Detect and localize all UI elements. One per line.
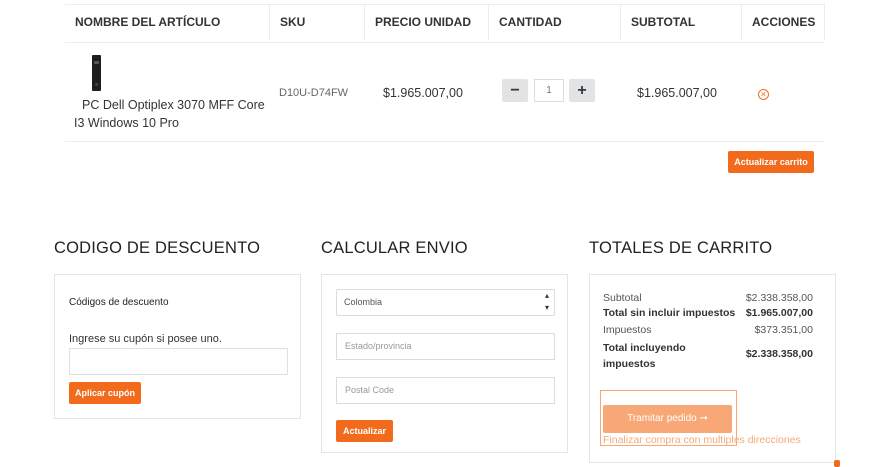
totals-row-incl-tax: Total incluyendo impuestos $2.338.358,00 xyxy=(603,340,813,372)
product-image[interactable] xyxy=(92,55,101,91)
cart-table-header: NOMBRE DEL ARTÍCULO SKU PRECIO UNIDAD CA… xyxy=(65,4,825,43)
scroll-to-top-button[interactable] xyxy=(834,460,840,467)
totals-value: $1.965.007,00 xyxy=(745,307,813,319)
coupon-panel: Códigos de descuento Ingrese su cupón si… xyxy=(54,274,301,419)
coupon-label: Códigos de descuento xyxy=(69,297,169,308)
cart-table: NOMBRE DEL ARTÍCULO SKU PRECIO UNIDAD CA… xyxy=(65,4,825,142)
item-subtotal: $1.965.007,00 xyxy=(637,86,717,100)
totals-row-tax: Impuestos $373.351,00 xyxy=(603,324,813,336)
totals-value: $373.351,00 xyxy=(754,324,813,336)
column-header-subtotal: SUBTOTAL xyxy=(620,5,741,40)
country-select[interactable]: Colombia ▴ ▾ xyxy=(336,289,555,316)
shipping-section-title: CALCULAR ENVIO xyxy=(321,239,468,257)
state-province-input[interactable]: Estado/provincia xyxy=(336,333,555,360)
checkout-button[interactable]: Tramitar pedido ➞ xyxy=(603,405,732,433)
postal-code-input[interactable]: Postal Code xyxy=(336,377,555,404)
apply-coupon-button[interactable]: Aplicar cupón xyxy=(69,382,141,404)
multi-address-checkout-link[interactable]: Finalizar compra con multiples direccion… xyxy=(603,434,801,446)
totals-section-title: TOTALES DE CARRITO xyxy=(589,239,773,257)
totals-value: $2.338.358,00 xyxy=(745,348,813,360)
quantity-increase-button[interactable]: + xyxy=(569,79,595,102)
product-sku: D10U-D74FW xyxy=(279,87,349,99)
column-header-actions: ACCIONES xyxy=(741,5,825,40)
column-header-quantity: CANTIDAD xyxy=(488,5,620,40)
cart-totals-panel: Subtotal $2.338.358,00 Total sin incluir… xyxy=(589,274,836,463)
quantity-decrease-button[interactable]: − xyxy=(502,79,528,102)
totals-label: Impuestos xyxy=(603,324,652,336)
totals-label: Total sin incluir impuestos xyxy=(603,307,736,319)
unit-price: $1.965.007,00 xyxy=(383,86,463,100)
column-header-sku: SKU xyxy=(269,5,364,40)
totals-value: $2.338.358,00 xyxy=(745,292,813,304)
totals-row-subtotal: Subtotal $2.338.358,00 xyxy=(603,292,813,304)
totals-label: Subtotal xyxy=(603,292,642,304)
coupon-input[interactable] xyxy=(69,348,288,375)
update-cart-button[interactable]: Actualizar carrito xyxy=(728,151,814,173)
column-header-unit-price: PRECIO UNIDAD xyxy=(364,5,488,40)
column-header-name: NOMBRE DEL ARTÍCULO xyxy=(75,15,221,29)
coupon-hint: Ingrese su cupón si posee uno. xyxy=(69,333,222,345)
quantity-input[interactable]: 1 xyxy=(534,79,564,102)
select-arrows-icon: ▴ ▾ xyxy=(544,291,549,312)
country-select-value: Colombia xyxy=(344,297,383,307)
remove-circle-icon[interactable]: × xyxy=(758,89,769,100)
product-name-link[interactable]: PC Dell Optiplex 3070 MFF Core I3 Window… xyxy=(74,96,274,132)
totals-label: Total incluyendo impuestos xyxy=(603,342,686,370)
shipping-panel: Colombia ▴ ▾ Estado/provincia Postal Code… xyxy=(321,274,568,453)
totals-row-excl-tax: Total sin incluir impuestos $1.965.007,0… xyxy=(603,307,813,319)
update-shipping-button[interactable]: Actualizar xyxy=(336,420,393,442)
table-row: PC Dell Optiplex 3070 MFF Core I3 Window… xyxy=(65,41,825,142)
coupon-section-title: CODIGO DE DESCUENTO xyxy=(54,239,261,257)
